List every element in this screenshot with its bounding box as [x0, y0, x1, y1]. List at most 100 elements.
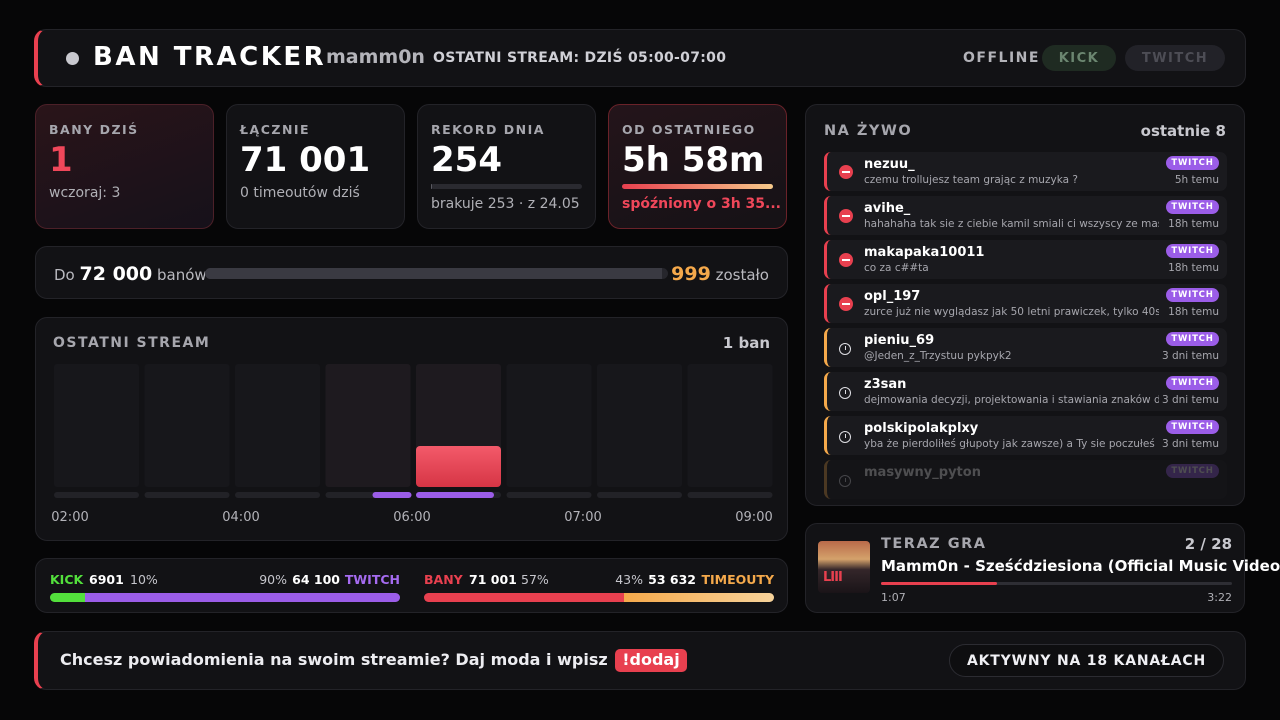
feed-item: z3san dejmowania decyzji, projektowania i…: [824, 372, 1227, 411]
feed-item: nezuu_ czemu trollujesz team grając z muz…: [824, 152, 1227, 191]
feed-item: polskipolakplxy yba że pierdoliłeś głupot…: [824, 416, 1227, 455]
card-subtext: brakuje 253 · z 24.05: [431, 196, 580, 212]
song-title: Mamm0n - Sześćdziesiona (Official Music …: [881, 557, 1280, 575]
platform-badge: TWITCH: [1166, 200, 1219, 214]
chart-tick-label: 09:00: [735, 510, 772, 525]
timeouts-label: TIMEOUTY: [701, 572, 774, 587]
chart-tick-label: 04:00: [222, 510, 259, 525]
bans-pct: 57%: [521, 572, 549, 587]
timer-icon: [839, 387, 851, 399]
chart-time-track: [235, 492, 320, 498]
goal-text: Do 72 000 banów: [54, 263, 207, 285]
total-bans-card: ŁĄCZNIE 71 001 0 timeoutów dziś: [226, 104, 405, 229]
feed-message: co za c##ta: [864, 262, 929, 274]
timer-icon: [839, 431, 851, 443]
feed-time: 5h temu: [1174, 174, 1219, 186]
header-bar: BAN TRACKER mamm0n OSTATNI STREAM: DZIŚ …: [34, 29, 1246, 87]
timer-icon: [839, 475, 851, 487]
goal-progress: Do 72 000 banów 999 zostało: [35, 246, 788, 299]
feed-message: @Jeden_z_Trzystuu pykpyk2: [864, 350, 1012, 362]
ban-icon: [839, 209, 853, 223]
chart-tick-label: 07:00: [564, 510, 601, 525]
streamer-name: mamm0n: [326, 46, 425, 68]
app-title: BAN TRACKER: [93, 42, 327, 72]
daily-record-card: REKORD DNIA 254 brakuje 253 · z 24.05: [417, 104, 596, 229]
twitch-pct: 90%: [259, 572, 287, 587]
card-value: 254: [431, 140, 502, 180]
kick-label: KICK: [50, 572, 84, 587]
album-thumbnail: LIII: [818, 541, 870, 593]
footer-bar: Chcesz powiadomienia na swoim streamie? …: [34, 631, 1246, 690]
live-feed: NA ŻYWO ostatnie 8 nezuu_ czemu trollujes…: [805, 104, 1245, 506]
stream-window-marker: [372, 492, 412, 498]
card-value: 71 001: [240, 140, 371, 180]
playlist-index: 2 / 28: [1184, 535, 1232, 553]
timeouts-pct: 43%: [615, 572, 643, 587]
chart-column-bg: [325, 364, 411, 487]
card-label: ŁĄCZNIE: [240, 122, 311, 137]
feed-message: czemu trollujesz team grając z muzyka ?: [864, 174, 1078, 186]
twitch-platform-pill: TWITCH: [1125, 45, 1225, 71]
type-split: BANY 71 001 57% 43% 53 632 TIMEOUTY: [424, 572, 774, 602]
song-progress-bar: [881, 582, 1232, 585]
card-value: 5h 58m: [622, 140, 765, 180]
ban-icon: [839, 297, 853, 311]
feed-username: z3san: [864, 377, 907, 392]
chart-column-bg: [54, 364, 139, 487]
status-dot-icon: [66, 52, 79, 65]
late-status: spóźniony o 3h 35...: [622, 196, 781, 212]
since-last-card: OD OSTATNIEGO 5h 58m spóźniony o 3h 35..…: [608, 104, 787, 229]
live-title: NA ŻYWO: [824, 123, 913, 139]
chart-column-bg: [506, 364, 592, 487]
chart-bar: [416, 446, 501, 487]
platform-badge: TWITCH: [1166, 288, 1219, 302]
feed-time: 18h temu: [1168, 218, 1219, 230]
goal-progress-bar: [205, 268, 668, 279]
thumb-logo: LIII: [823, 570, 843, 585]
chart-column-bg: [235, 364, 320, 487]
record-progress-bar: [431, 184, 582, 189]
notification-cta: Chcesz powiadomienia na swoim streamie? …: [60, 649, 687, 672]
timeouts-value: 53 632: [648, 572, 696, 587]
platform-badge: TWITCH: [1166, 156, 1219, 170]
since-progress-bar: [622, 184, 773, 189]
last-stream-info: OSTATNI STREAM: DZIŚ 05:00-07:00: [433, 50, 727, 66]
platform-badge: TWITCH: [1166, 464, 1219, 478]
goal-target: 72 000: [79, 263, 153, 285]
kick-platform-pill: KICK: [1042, 45, 1116, 71]
now-playing-label: TERAZ GRA: [881, 536, 987, 552]
chart-column-bg: [687, 364, 773, 487]
chart-time-track: [597, 492, 682, 498]
ban-icon: [839, 165, 853, 179]
feed-item: opl_197 zurce już nie wyglądasz jak 50 le…: [824, 284, 1227, 323]
feed-username: makapaka10011: [864, 245, 985, 260]
chart-tick-label: 02:00: [51, 510, 88, 525]
feed-item: makapaka10011 co za c##ta TWITCH 18h temu: [824, 240, 1227, 279]
timer-icon: [839, 343, 851, 355]
feed-username: polskipolakplxy: [864, 421, 979, 436]
feed-username: pieniu_69: [864, 333, 935, 348]
platform-badge: TWITCH: [1166, 420, 1219, 434]
chart-tick-label: 06:00: [393, 510, 430, 525]
feed-time: 18h temu: [1168, 306, 1219, 318]
platform-badge: TWITCH: [1166, 376, 1219, 390]
kick-pct: 10%: [130, 572, 158, 587]
feed-time: 18h temu: [1168, 262, 1219, 274]
twitch-value: 64 100: [292, 572, 340, 587]
feed-item: avihe_ hahahaha tak sie z ciebie kamil sm…: [824, 196, 1227, 235]
chart-time-track: [687, 492, 773, 498]
song-duration: 3:22: [1207, 591, 1232, 604]
platform-badge: TWITCH: [1166, 332, 1219, 346]
card-label: REKORD DNIA: [431, 122, 545, 137]
chart-plot: 02:00 04:00 06:00 07:00 09:00: [51, 364, 773, 525]
live-count: ostatnie 8: [1140, 122, 1226, 140]
kick-value: 6901: [89, 572, 124, 587]
bans-label: BANY: [424, 572, 463, 587]
feed-time: 3 dni temu: [1161, 438, 1219, 450]
chart-time-track: [506, 492, 592, 498]
bans-value: 71 001: [469, 572, 517, 587]
twitch-label: TWITCH: [344, 572, 400, 587]
feed-time: 3 dni temu: [1161, 350, 1219, 362]
card-label: OD OSTATNIEGO: [622, 122, 756, 137]
split-bars: KICK 6901 10% 90% 64 100 TWITCH BANY 71 …: [35, 558, 788, 613]
